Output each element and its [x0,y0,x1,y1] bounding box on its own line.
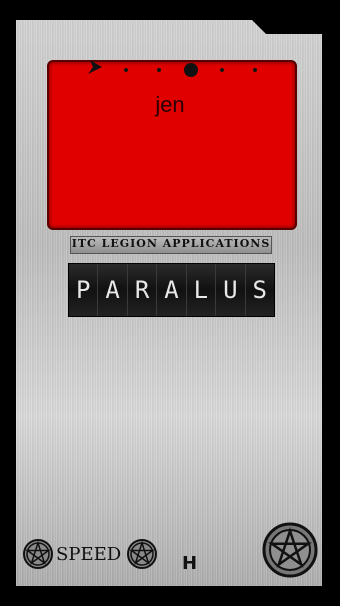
title-letter: A [98,264,128,316]
app-title-plate: P A R A L U S [68,263,275,317]
screen-reading: jen [155,92,185,117]
speed-increase-button[interactable] [126,538,158,570]
title-letter: A [157,264,187,316]
display-screen [47,60,297,230]
main-pentacle-button[interactable] [262,522,318,578]
title-letter: P [69,264,99,316]
indicator-dot-active [184,63,198,77]
pentacle-icon [23,539,53,569]
title-letter: R [127,264,158,316]
arrow-pointer-icon [88,60,102,74]
brand-label: ITC LEGION APPLICATIONS [70,236,272,254]
pentacle-icon [127,539,157,569]
speed-decrease-button[interactable] [22,538,54,570]
pentacle-icon [262,522,318,578]
indicator-dot [124,68,128,72]
indicator-dot [253,68,257,72]
title-letter: L [186,264,217,316]
indicator-dot [220,68,224,72]
speed-label: SPEED [56,544,122,565]
mode-label[interactable]: H [182,553,197,574]
title-letter: S [245,264,274,316]
indicator-dot [157,68,161,72]
title-letter: U [216,264,246,316]
